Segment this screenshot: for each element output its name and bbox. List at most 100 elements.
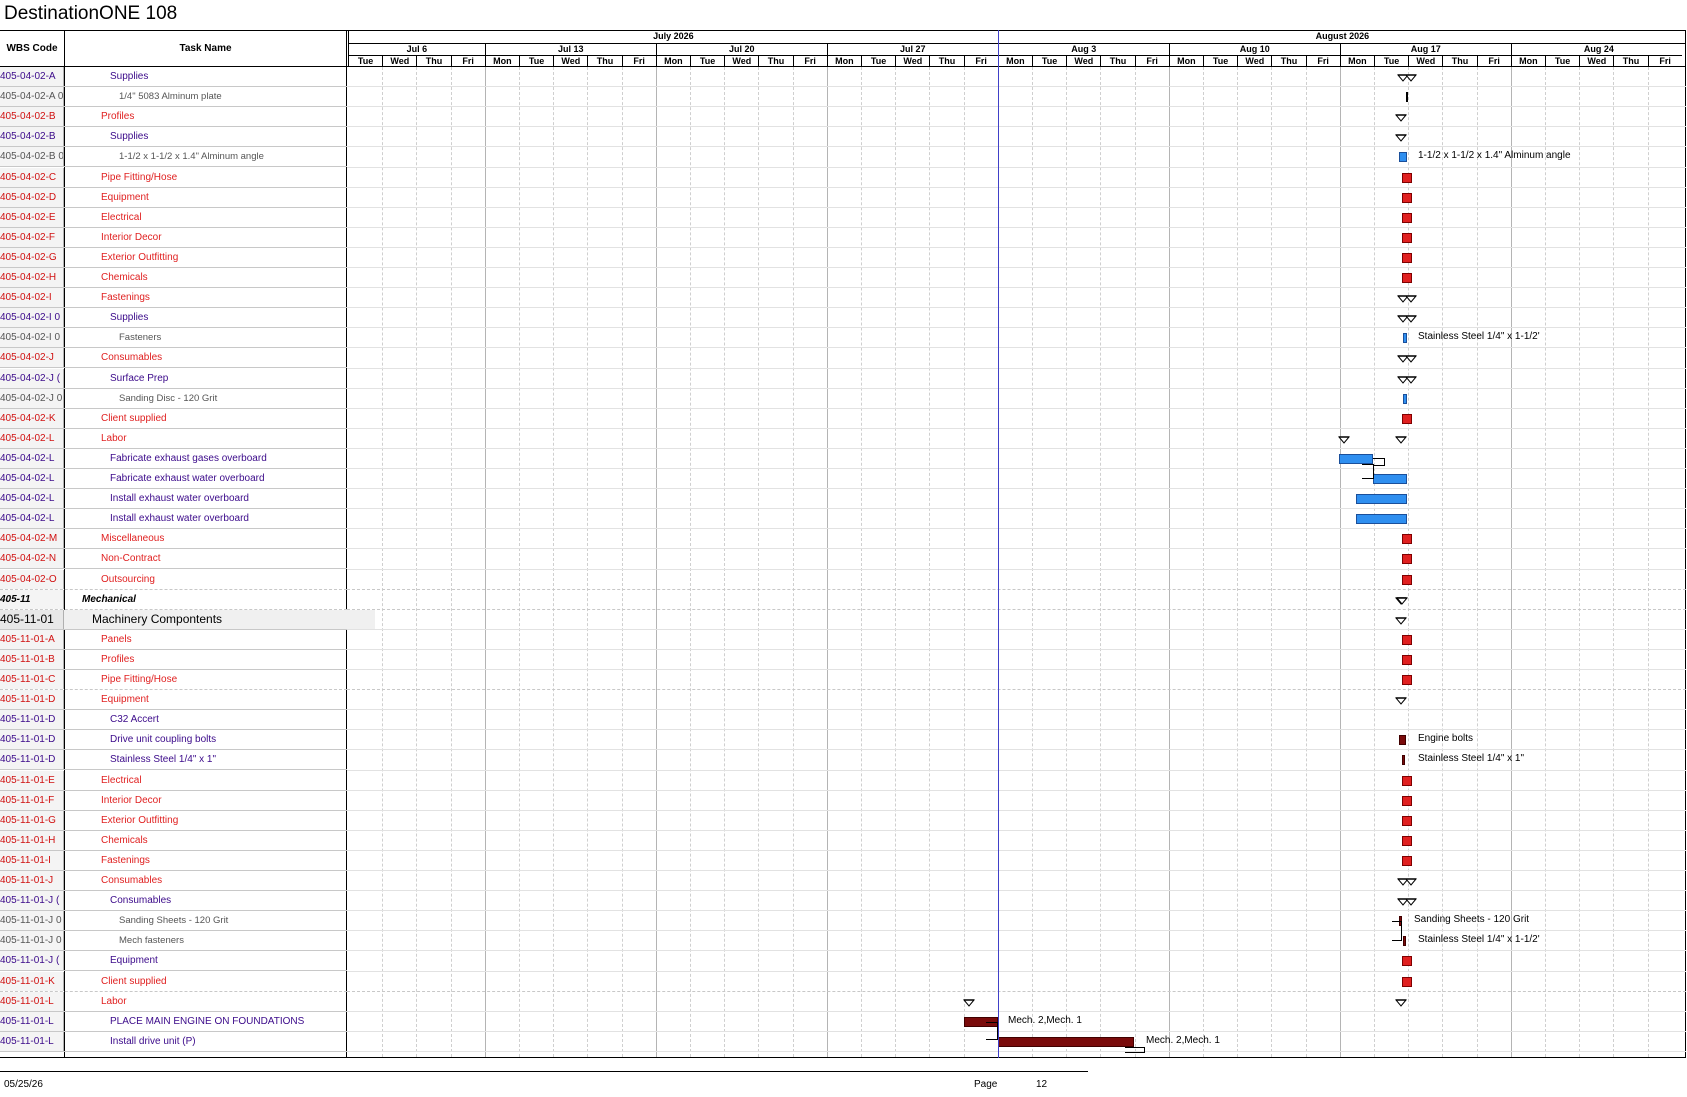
task-bar[interactable]: [1402, 554, 1412, 565]
wbs-code-cell[interactable]: 405-11-01-F: [0, 790, 64, 810]
wbs-code-cell[interactable]: 405-11-01: [0, 609, 64, 629]
task-name-cell[interactable]: Outsourcing: [64, 570, 384, 589]
task-row[interactable]: 405-04-02-M Miscellaneous: [0, 529, 347, 550]
task-row[interactable]: 405-11-01-F Interior Decor: [0, 790, 347, 811]
task-name-cell[interactable]: Equipment: [64, 951, 393, 970]
task-row[interactable]: 405-11-01-L PLACE MAIN ENGINE ON FOUNDATI…: [0, 1011, 347, 1032]
task-row[interactable]: 405-04-02-J (Surface Prep: [0, 368, 347, 389]
task-bar[interactable]: [1402, 654, 1412, 665]
wbs-code-cell[interactable]: 405-04-02-J (: [0, 368, 64, 388]
wbs-code-cell[interactable]: 405-04-02-O: [0, 569, 64, 589]
task-bar[interactable]: [1339, 453, 1373, 464]
task-row[interactable]: 405-11-01-C Pipe Fitting/Hose: [0, 670, 347, 691]
task-row[interactable]: 405-11-01-J 0 Sanding Sheets - 120 Grit: [0, 911, 347, 932]
task-bar[interactable]: [1403, 333, 1407, 344]
task-row[interactable]: 405-11-01-D Drive unit coupling bolts: [0, 730, 347, 751]
summary-marker[interactable]: [1338, 436, 1350, 444]
wbs-code-cell[interactable]: 405-04-02-B 0: [0, 147, 64, 167]
task-row[interactable]: 405-11-01-D C32 Accert: [0, 710, 347, 731]
summary-marker[interactable]: [1395, 616, 1407, 625]
wbs-code-cell[interactable]: 405-04-02-D: [0, 187, 64, 207]
wbs-code-cell[interactable]: 405-04-02-L: [0, 428, 64, 448]
task-name-cell[interactable]: Fabricate exhaust gases overboard: [64, 449, 393, 468]
task-name-cell[interactable]: Supplies: [64, 308, 393, 327]
wbs-code-cell[interactable]: 405-04-02-K: [0, 408, 64, 428]
wbs-code-cell[interactable]: 405-04-02-M: [0, 529, 64, 549]
summary-marker[interactable]: [1395, 998, 1407, 1007]
task-bar[interactable]: [1356, 514, 1407, 525]
wbs-code-cell[interactable]: 405-11-01-D: [0, 730, 64, 750]
task-name-cell[interactable]: Sanding Disc - 120 Grit: [64, 389, 402, 408]
task-name-cell[interactable]: PLACE MAIN ENGINE ON FOUNDATIONS: [64, 1012, 393, 1031]
task-row[interactable]: 405-11-01-D Stainless Steel 1/4" x 1": [0, 750, 347, 771]
task-bar[interactable]: [1402, 574, 1412, 585]
task-bar[interactable]: [1402, 775, 1412, 786]
task-bar[interactable]: [1402, 192, 1412, 203]
task-row[interactable]: 405-04-02-H Chemicals: [0, 268, 347, 289]
task-row[interactable]: 405-11-01-J 0 Mech fasteners: [0, 931, 347, 952]
wbs-code-cell[interactable]: 405-11-01-I: [0, 850, 64, 870]
task-bar[interactable]: [1402, 413, 1412, 424]
task-row[interactable]: 405-04-02-B 0 1-1/2 x 1-1/2 x 1.4" Alminu…: [0, 147, 347, 168]
task-name-cell[interactable]: Fabricate exhaust water overboard: [64, 469, 393, 488]
task-bar[interactable]: [1402, 976, 1412, 987]
task-bar[interactable]: [1403, 936, 1406, 947]
wbs-code-cell[interactable]: 405-11-01-B: [0, 649, 64, 669]
task-bar[interactable]: [1402, 675, 1412, 685]
wbs-code-cell[interactable]: 405-04-02-L: [0, 509, 64, 529]
task-name-cell[interactable]: Sanding Sheets - 120 Grit: [64, 911, 402, 930]
task-row[interactable]: 405-04-02-C Pipe Fitting/Hose: [0, 167, 347, 188]
wbs-code-cell[interactable]: 405-11-01-E: [0, 770, 64, 790]
task-name-cell[interactable]: Equipment: [64, 690, 384, 709]
wbs-code-cell[interactable]: 405-04-02-L: [0, 489, 64, 509]
task-name-cell[interactable]: 1-1/2 x 1-1/2 x 1.4" Alminum angle: [64, 147, 402, 166]
task-bar[interactable]: [998, 1036, 1134, 1047]
task-name-cell[interactable]: Fastenings: [64, 851, 384, 870]
task-name-cell[interactable]: Labor: [64, 992, 384, 1011]
task-name-cell[interactable]: Machinery Compontents: [64, 609, 375, 629]
task-bar[interactable]: [1402, 252, 1412, 263]
task-name-cell[interactable]: Profiles: [64, 107, 384, 126]
wbs-code-cell[interactable]: 405-11: [0, 589, 64, 609]
task-row[interactable]: 405-04-02-A 0 1/4" 5083 Alminum plate: [0, 87, 347, 108]
task-name-cell[interactable]: Panels: [64, 630, 384, 649]
task-name-cell[interactable]: Interior Decor: [64, 228, 384, 247]
task-bar[interactable]: [1402, 232, 1412, 243]
wbs-code-cell[interactable]: 405-11-01-A: [0, 629, 64, 649]
task-row[interactable]: 405-04-02-B Supplies: [0, 127, 347, 148]
task-name-cell[interactable]: C32 Accert: [64, 710, 393, 729]
task-name-cell[interactable]: Profiles: [64, 650, 384, 669]
task-name-cell[interactable]: Consumables: [64, 348, 384, 367]
summary-marker[interactable]: [1397, 355, 1417, 364]
wbs-code-cell[interactable]: 405-04-02-C: [0, 167, 64, 187]
task-row[interactable]: 405-11-01-L Labor: [0, 991, 347, 1012]
task-row[interactable]: 405-04-02-F Interior Decor: [0, 227, 347, 248]
task-bar[interactable]: [1403, 393, 1407, 404]
task-row[interactable]: 405-04-02-K Client supplied: [0, 408, 347, 429]
task-name-cell[interactable]: Exterior Outfitting: [64, 811, 384, 830]
task-name-cell[interactable]: Pipe Fitting/Hose: [64, 168, 384, 187]
task-row[interactable]: 405-11-01-J (Equipment: [0, 951, 347, 972]
summary-marker[interactable]: [963, 998, 975, 1007]
task-name-cell[interactable]: Fasteners: [64, 328, 402, 347]
task-name-cell[interactable]: Non-Contract: [64, 549, 384, 568]
summary-marker[interactable]: [1397, 315, 1417, 323]
wbs-code-cell[interactable]: 405-11-01-C: [0, 670, 64, 689]
wbs-code-cell[interactable]: 405-11-01-K: [0, 971, 64, 991]
wbs-code-cell[interactable]: 405-04-02-A 0: [0, 87, 64, 107]
task-row[interactable]: 405-04-02-D Equipment: [0, 187, 347, 208]
task-row[interactable]: 405-11-01-A Panels: [0, 629, 347, 650]
task-row[interactable]: 405-11-01-J (Consumables: [0, 891, 347, 912]
task-name-cell[interactable]: Miscellaneous: [64, 529, 384, 548]
task-bar[interactable]: [1402, 815, 1412, 826]
summary-marker[interactable]: [1395, 114, 1407, 122]
task-row[interactable]: 405-04-02-I 0 Fasteners: [0, 328, 347, 349]
wbs-code-cell[interactable]: 405-11-01-L: [0, 1011, 64, 1031]
task-bar[interactable]: [1356, 494, 1407, 505]
task-bar[interactable]: [1402, 534, 1412, 545]
wbs-code-cell[interactable]: 405-04-02-A: [0, 67, 64, 86]
summary-marker[interactable]: [1395, 436, 1407, 444]
task-name-cell[interactable]: 1/4" 5083 Alminum plate: [64, 87, 402, 106]
wbs-code-cell[interactable]: 405-04-02-H: [0, 268, 64, 287]
wbs-code-cell[interactable]: 405-04-02-I 0: [0, 328, 64, 348]
